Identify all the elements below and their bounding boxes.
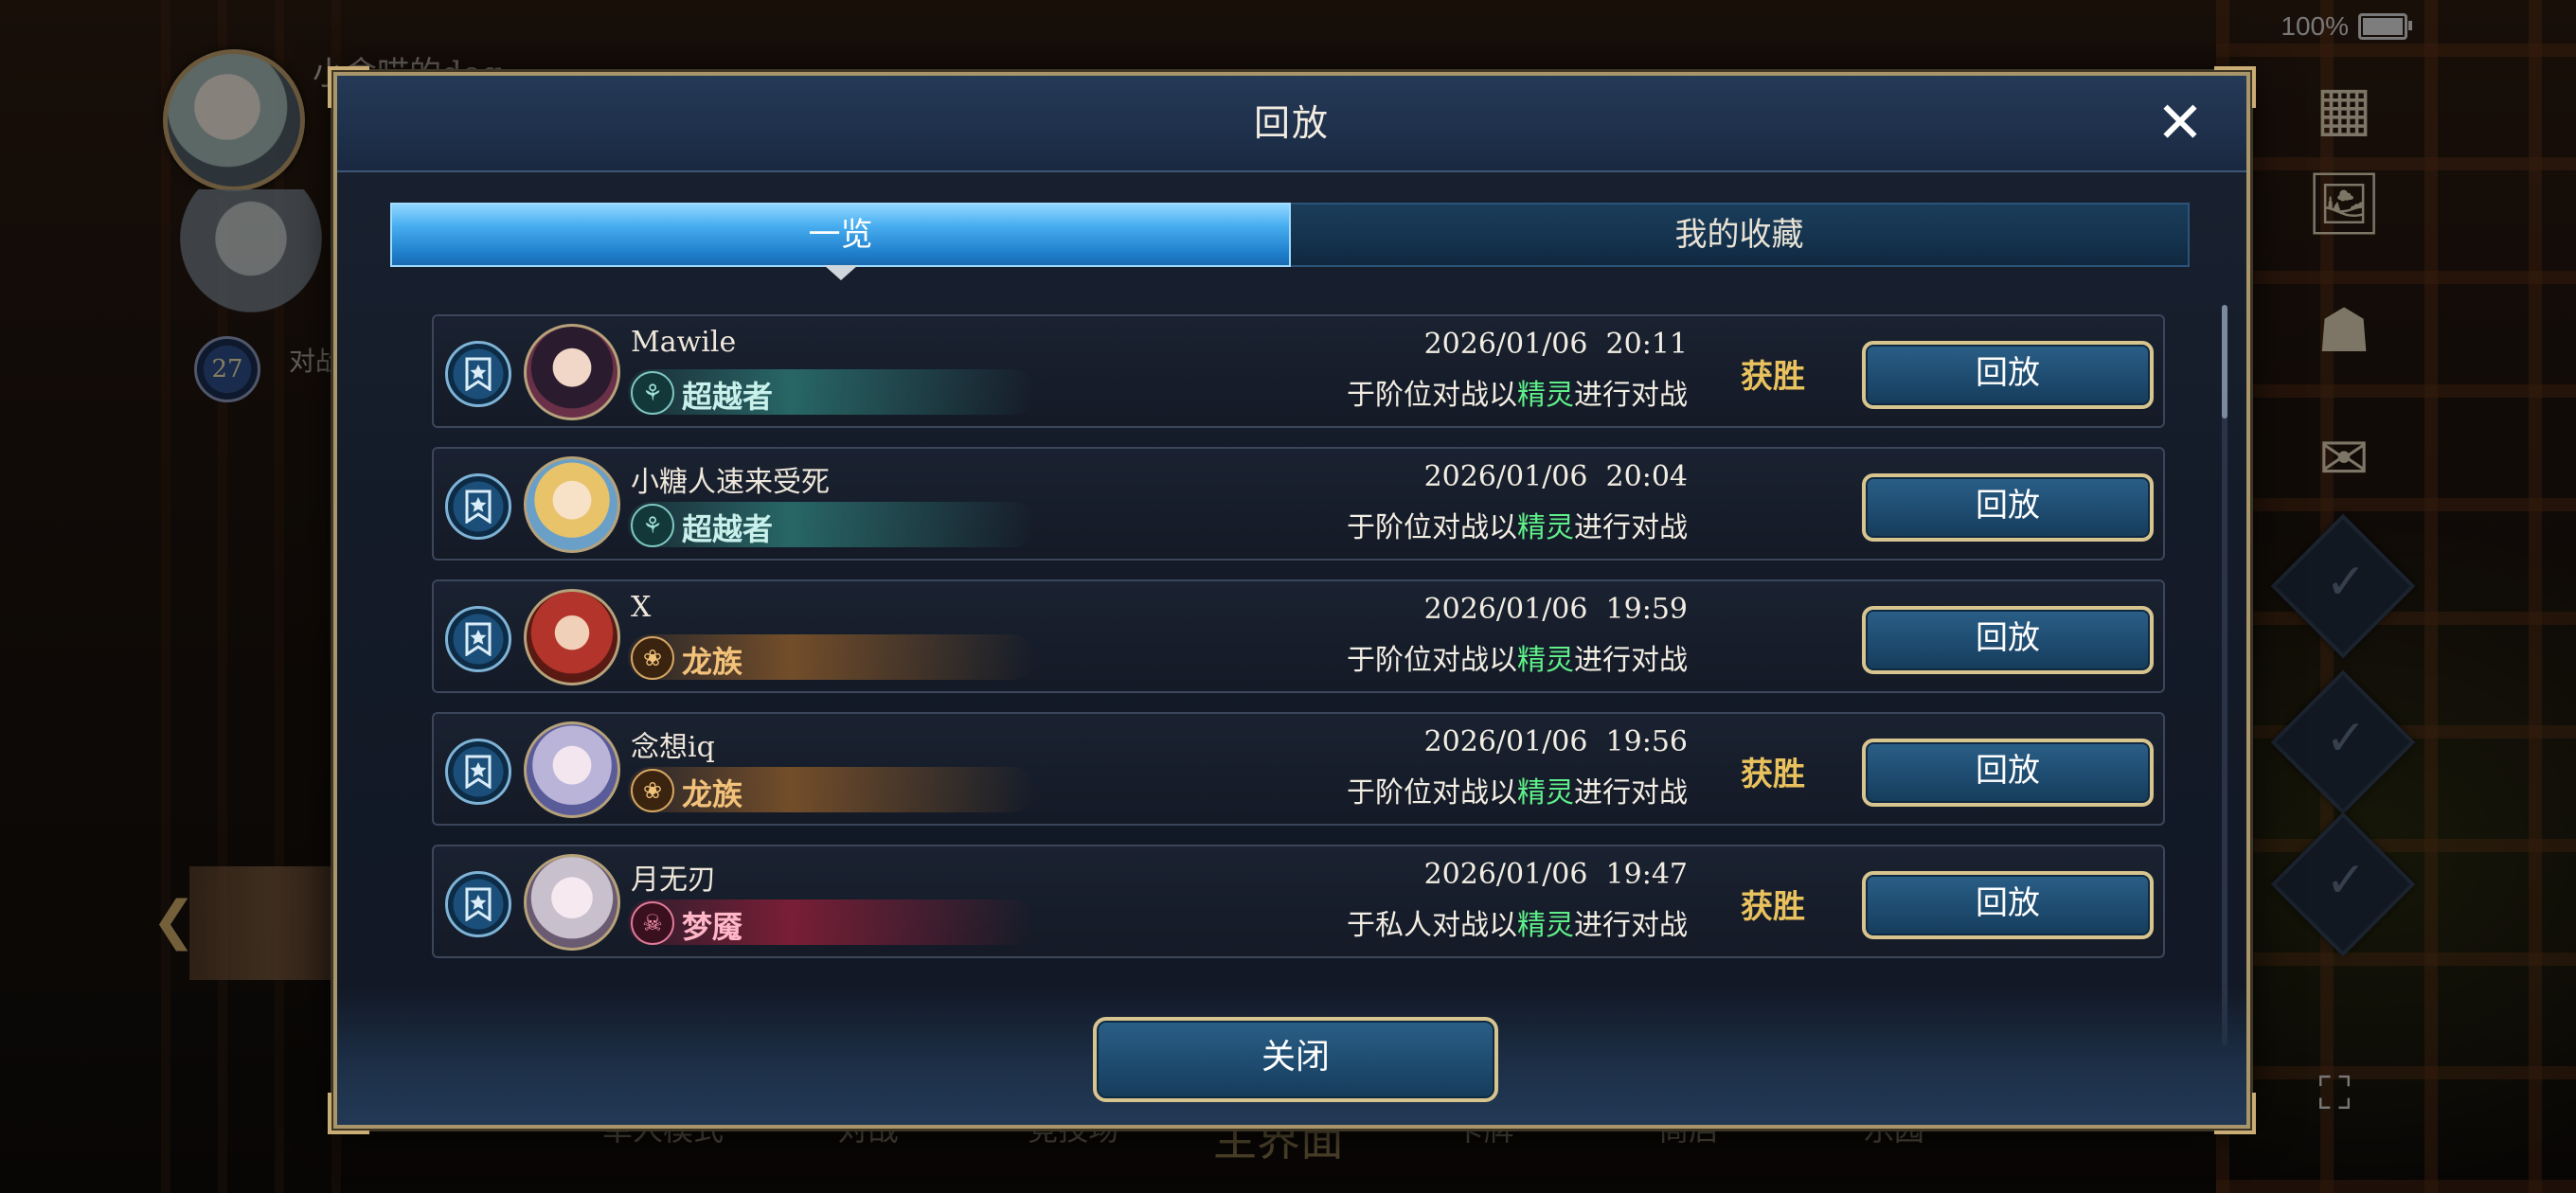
match-description: 于阶位对战以精灵进行对战	[1347, 504, 1688, 545]
opponent-name: X	[631, 591, 652, 624]
result-label: 获胜	[1741, 756, 1805, 793]
game-screen: 小舍喵的dog 27 对战进行中 ❮ 单人模式 对战 竞技场 主界面 卡牌 商店…	[0, 0, 2576, 1193]
desc-highlight: 精灵	[1517, 909, 1574, 942]
dialog-title: 回放	[1253, 102, 1330, 144]
tab-bar: 一览 我的收藏	[390, 203, 2190, 280]
replay-row: Mawile ⚘ 超越者 2026/01/06 20:11 于阶位对战以精灵进行…	[432, 314, 2165, 428]
opponent-name: Mawile	[631, 326, 737, 359]
opponent-name: 小糖人速来受死	[631, 466, 830, 499]
opponent-avatar	[524, 324, 620, 420]
desc-suffix: 进行对战	[1574, 644, 1688, 677]
opponent-avatar	[524, 589, 620, 686]
class-name: 龙族	[682, 776, 743, 812]
desc-suffix: 进行对战	[1574, 511, 1688, 544]
desc-highlight: 精灵	[1517, 511, 1574, 544]
class-name: 梦魇	[682, 909, 743, 945]
desc-prefix: 于阶位对战以	[1347, 776, 1517, 810]
bookmark-star-icon[interactable]	[445, 341, 511, 407]
class-icon: ⚘	[631, 504, 674, 547]
tab-indicator	[823, 265, 858, 280]
opponent-avatar	[524, 854, 620, 951]
tab-overview[interactable]: 一览	[390, 203, 1291, 280]
list-scrollbar[interactable]	[2222, 305, 2227, 1045]
match-description: 于阶位对战以精灵进行对战	[1347, 636, 1688, 678]
class-icon: ⚘	[631, 371, 674, 415]
opponent-avatar	[524, 721, 620, 818]
replay-row: 小糖人速来受死 ⚘ 超越者 2026/01/06 20:04 于阶位对战以精灵进…	[432, 447, 2165, 561]
desc-highlight: 精灵	[1517, 776, 1574, 810]
match-datetime: 2026/01/06 19:56	[1423, 725, 1688, 758]
desc-suffix: 进行对战	[1574, 909, 1688, 942]
desc-suffix: 进行对战	[1574, 379, 1688, 412]
match-datetime: 2026/01/06 20:11	[1423, 328, 1688, 361]
replay-button[interactable]: 回放	[1862, 606, 2154, 674]
replay-button[interactable]: 回放	[1862, 341, 2154, 409]
bookmark-star-icon[interactable]	[445, 606, 511, 672]
replay-row: 月无刃 ☠ 梦魇 2026/01/06 19:47 于私人对战以精灵进行对战 获…	[432, 845, 2165, 958]
close-icon[interactable]: ✕	[2154, 95, 2207, 151]
replay-dialog: 回放 ✕ 一览 我的收藏 Mawile ⚘ 超越者 2026/01/06 20:…	[328, 66, 2256, 1134]
scrollbar-thumb[interactable]	[2222, 305, 2227, 418]
match-description: 于阶位对战以精灵进行对战	[1347, 769, 1688, 810]
result-label: 获胜	[1741, 888, 1805, 926]
replay-button[interactable]: 回放	[1862, 871, 2154, 939]
class-name: 超越者	[682, 379, 774, 415]
replay-button[interactable]: 回放	[1862, 739, 2154, 807]
desc-prefix: 于私人对战以	[1347, 909, 1517, 942]
match-datetime: 2026/01/06 20:04	[1423, 460, 1688, 493]
match-datetime: 2026/01/06 19:59	[1423, 593, 1688, 626]
replay-list: Mawile ⚘ 超越者 2026/01/06 20:11 于阶位对战以精灵进行…	[432, 314, 2165, 1043]
replay-row: 念想iq ❀ 龙族 2026/01/06 19:56 于阶位对战以精灵进行对战 …	[432, 712, 2165, 826]
match-description: 于阶位对战以精灵进行对战	[1347, 371, 1688, 413]
desc-prefix: 于阶位对战以	[1347, 379, 1517, 412]
bookmark-star-icon[interactable]	[445, 871, 511, 937]
replay-row: X ❀ 龙族 2026/01/06 19:59 于阶位对战以精灵进行对战 回放	[432, 579, 2165, 693]
desc-highlight: 精灵	[1517, 379, 1574, 412]
opponent-name: 念想iq	[631, 731, 715, 764]
opponent-name: 月无刃	[631, 864, 716, 897]
tab-label: 我的收藏	[1674, 216, 1804, 254]
match-datetime: 2026/01/06 19:47	[1423, 858, 1688, 891]
tab-label: 一览	[808, 216, 873, 254]
close-button[interactable]: 关闭	[1093, 1017, 1498, 1102]
bookmark-star-icon[interactable]	[445, 739, 511, 805]
tab-favorites[interactable]: 我的收藏	[1291, 203, 2190, 267]
class-icon: ❀	[631, 636, 674, 680]
class-name: 超越者	[682, 511, 774, 547]
result-label: 获胜	[1741, 358, 1805, 396]
class-icon: ☠	[631, 901, 674, 945]
opponent-avatar	[524, 456, 620, 553]
desc-suffix: 进行对战	[1574, 776, 1688, 810]
class-name: 龙族	[682, 644, 743, 680]
desc-prefix: 于阶位对战以	[1347, 644, 1517, 677]
bookmark-star-icon[interactable]	[445, 473, 511, 540]
desc-prefix: 于阶位对战以	[1347, 511, 1517, 544]
replay-button[interactable]: 回放	[1862, 473, 2154, 542]
desc-highlight: 精灵	[1517, 644, 1574, 677]
class-icon: ❀	[631, 769, 674, 812]
match-description: 于私人对战以精灵进行对战	[1347, 901, 1688, 943]
